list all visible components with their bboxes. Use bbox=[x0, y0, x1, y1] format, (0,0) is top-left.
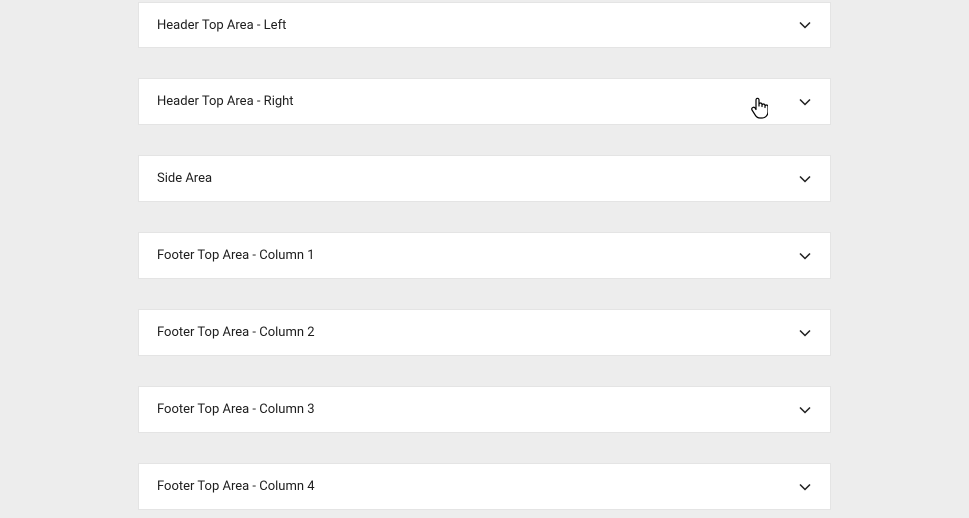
panel-footer-top-col-2[interactable]: Footer Top Area - Column 2 bbox=[138, 309, 831, 356]
chevron-down-icon bbox=[798, 403, 812, 417]
panel-header-top-left[interactable]: Header Top Area - Left bbox=[138, 2, 831, 48]
panel-label: Header Top Area - Left bbox=[157, 18, 286, 33]
panel-footer-top-col-3[interactable]: Footer Top Area - Column 3 bbox=[138, 386, 831, 433]
panel-label: Footer Top Area - Column 4 bbox=[157, 479, 315, 494]
chevron-down-icon bbox=[798, 480, 812, 494]
panel-label: Footer Top Area - Column 3 bbox=[157, 402, 315, 417]
panel-label: Footer Top Area - Column 1 bbox=[157, 248, 315, 263]
chevron-down-icon bbox=[798, 95, 812, 109]
panel-label: Header Top Area - Right bbox=[157, 94, 294, 109]
panel-label: Footer Top Area - Column 2 bbox=[157, 325, 315, 340]
panel-footer-top-col-4[interactable]: Footer Top Area - Column 4 bbox=[138, 463, 831, 510]
panel-header-top-right[interactable]: Header Top Area - Right bbox=[138, 78, 831, 125]
panel-footer-top-col-1[interactable]: Footer Top Area - Column 1 bbox=[138, 232, 831, 279]
chevron-down-icon bbox=[798, 172, 812, 186]
panel-side-area[interactable]: Side Area bbox=[138, 155, 831, 202]
panel-label: Side Area bbox=[157, 171, 212, 186]
chevron-down-icon bbox=[798, 18, 812, 32]
chevron-down-icon bbox=[798, 326, 812, 340]
chevron-down-icon bbox=[798, 249, 812, 263]
widget-areas-list: Header Top Area - Left Header Top Area -… bbox=[0, 0, 969, 510]
